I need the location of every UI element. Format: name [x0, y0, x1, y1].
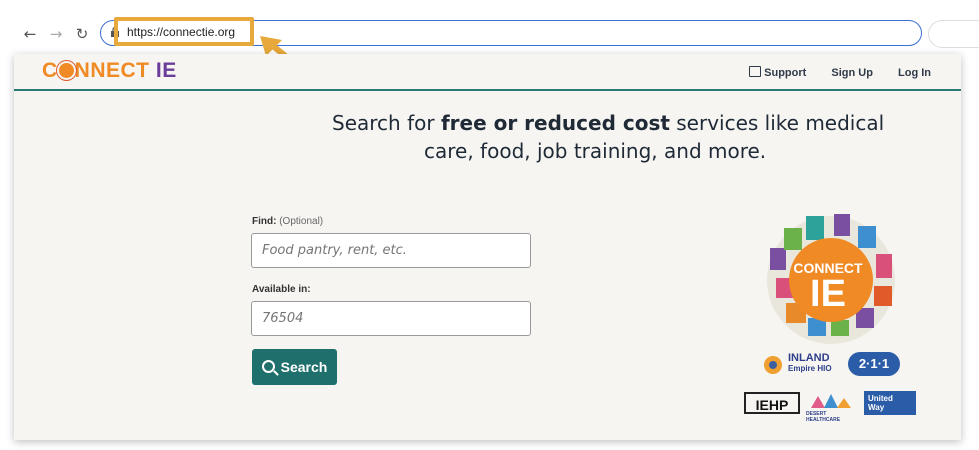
support-link[interactable]: Support — [749, 66, 806, 79]
connect-ie-badge: CONNECT IE — [756, 208, 906, 348]
reload-icon[interactable]: ↻ — [74, 26, 90, 42]
available-in-input[interactable] — [251, 301, 531, 336]
available-in-label: Available in: — [252, 284, 311, 295]
connect-ie-logo[interactable]: C NNECT IE — [42, 59, 177, 83]
two-one-one-logo: 2·1·1 — [848, 352, 900, 376]
inland-empire-hio-logo: INLAND Empire HIO — [762, 352, 842, 378]
back-arrow-icon[interactable]: ← — [22, 26, 38, 42]
top-nav: Support Sign Up Log In — [727, 65, 931, 79]
url-highlight-box — [114, 17, 254, 46]
sun-icon — [58, 63, 74, 78]
desert-emblem-icon — [811, 394, 851, 408]
webpage: C NNECT IE Support Sign Up Log In Search … — [14, 54, 961, 440]
hio-emblem-icon — [764, 356, 782, 374]
search-button[interactable]: Search — [252, 349, 337, 385]
iehp-logo: IEHP — [744, 392, 800, 414]
forward-arrow-icon[interactable]: → — [48, 26, 64, 42]
find-input[interactable] — [251, 233, 531, 268]
sign-up-link[interactable]: Sign Up — [831, 67, 873, 79]
find-label: Find: (Optional) — [252, 216, 324, 227]
profile-button[interactable] — [928, 20, 979, 48]
log-in-link[interactable]: Log In — [898, 67, 931, 79]
desert-healthcare-logo: DESERT HEALTHCARE — [806, 392, 856, 423]
badge-subtitle: IE — [810, 273, 846, 315]
united-way-logo: United Way — [864, 391, 916, 415]
external-link-icon — [749, 66, 762, 77]
search-icon — [261, 360, 275, 373]
site-header: C NNECT IE Support Sign Up Log In — [14, 54, 961, 91]
